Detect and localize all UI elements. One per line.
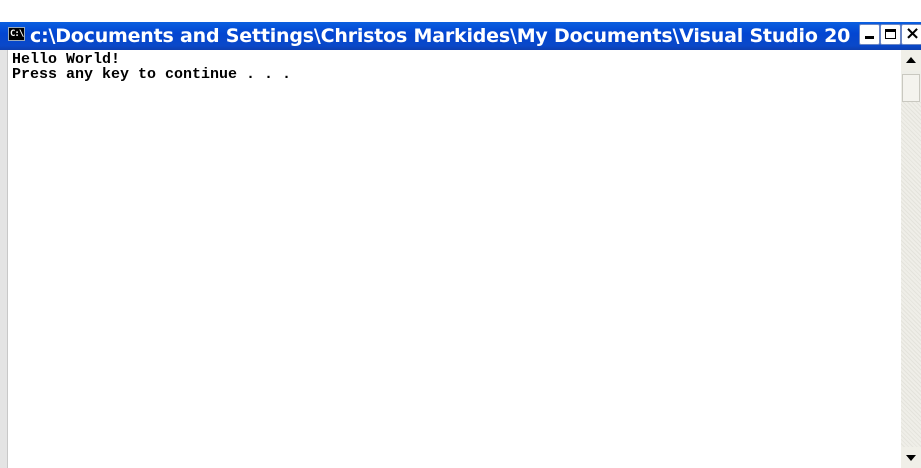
arrow-up-icon [906, 57, 916, 63]
console-window: C:\ c:\Documents and Settings\Christos M… [0, 0, 921, 468]
console-output[interactable]: Hello World! Press any key to continue .… [8, 50, 901, 468]
minimize-button[interactable] [859, 24, 880, 45]
scroll-down-button[interactable] [901, 447, 921, 468]
scroll-track[interactable] [901, 102, 921, 447]
minimize-icon [865, 36, 874, 39]
console-line: Hello World! [12, 51, 121, 68]
scroll-up-button[interactable] [901, 50, 921, 71]
arrow-down-icon [906, 455, 916, 461]
maximize-button[interactable] [880, 24, 901, 45]
vertical-scrollbar[interactable] [901, 50, 921, 468]
title-bar[interactable]: C:\ c:\Documents and Settings\Christos M… [0, 22, 921, 50]
maximize-icon [885, 29, 896, 39]
cmd-icon[interactable]: C:\ [8, 27, 25, 41]
cmd-icon-text: C:\ [10, 29, 24, 39]
close-icon: × [905, 23, 921, 44]
scroll-thumb[interactable] [902, 74, 920, 102]
console-line: Press any key to continue . . . [12, 66, 292, 83]
window-frame-left [0, 50, 8, 468]
window-title: c:\Documents and Settings\Christos Marki… [30, 25, 850, 47]
close-button[interactable]: × [901, 24, 921, 45]
